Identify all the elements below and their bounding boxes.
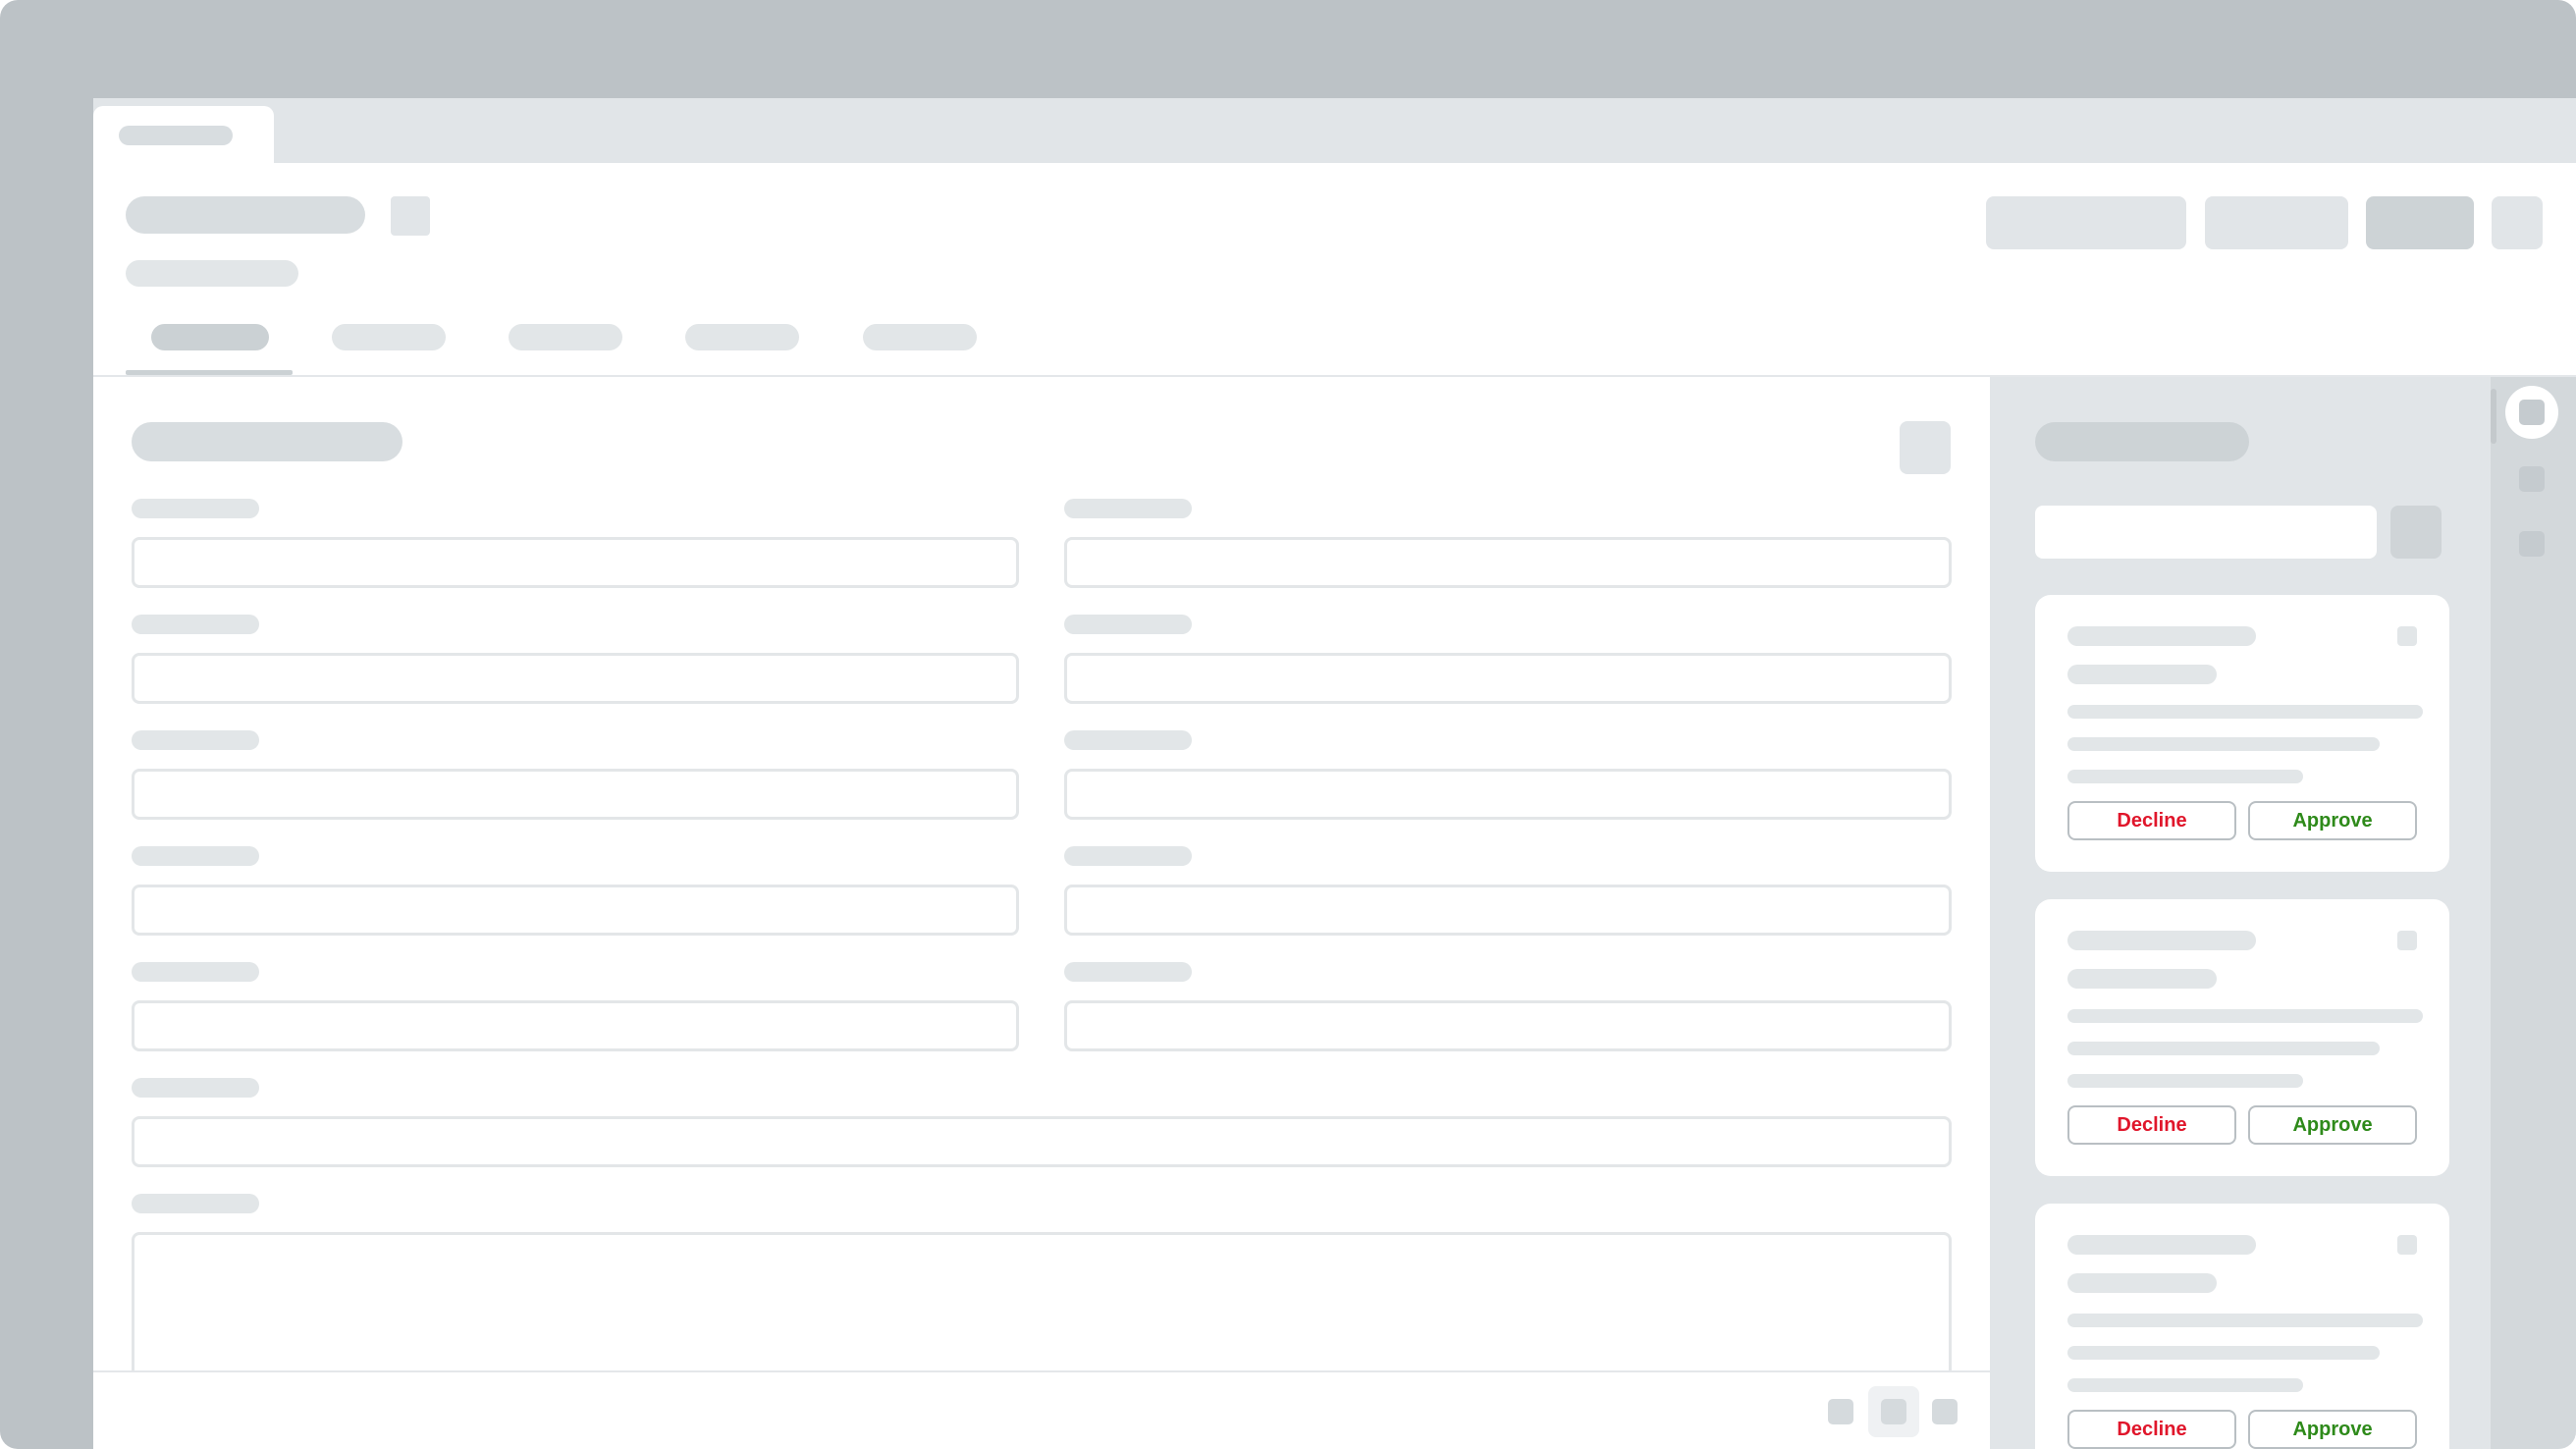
field-label-6 <box>1064 730 1192 750</box>
browser-tab-title-placeholder <box>119 126 233 145</box>
field-label-10 <box>1064 962 1192 982</box>
field-label-4 <box>1064 615 1192 634</box>
card-text-line <box>2067 1346 2380 1360</box>
card-title-placeholder <box>2067 1235 2256 1255</box>
form-options-button[interactable] <box>1900 421 1951 474</box>
tab-1-active[interactable] <box>151 324 269 350</box>
card-subtitle-placeholder <box>2067 665 2217 684</box>
side-panel-title-placeholder <box>2035 422 2249 461</box>
header-action-button-1[interactable] <box>1986 196 2186 249</box>
favorite-icon[interactable] <box>391 196 430 236</box>
request-card: Decline Approve <box>2035 595 2449 872</box>
text-field-6[interactable] <box>1064 769 1952 820</box>
tab-3[interactable] <box>509 324 622 350</box>
form-section-title-placeholder <box>132 422 402 461</box>
text-field-5[interactable] <box>132 769 1019 820</box>
side-search-input[interactable] <box>2035 506 2377 559</box>
field-label-9 <box>132 962 259 982</box>
side-panel-scrollbar[interactable] <box>2491 389 2496 444</box>
tab-4[interactable] <box>685 324 799 350</box>
footer-icon-2 <box>1881 1399 1906 1424</box>
field-label-11 <box>132 1078 259 1098</box>
rail-item-active[interactable] <box>2505 386 2558 439</box>
card-title-placeholder <box>2067 931 2256 950</box>
page-subtitle-placeholder <box>126 260 298 287</box>
card-select-checkbox[interactable] <box>2397 626 2417 646</box>
request-card: Decline Approve <box>2035 1204 2449 1449</box>
field-label-8 <box>1064 846 1192 866</box>
right-icon-rail <box>2491 377 2576 1449</box>
text-field-9[interactable] <box>132 1000 1019 1051</box>
request-card: Decline Approve <box>2035 899 2449 1176</box>
card-text-line <box>2067 1378 2303 1392</box>
browser-tab-active[interactable] <box>93 106 274 163</box>
field-label-3 <box>132 615 259 634</box>
card-subtitle-placeholder <box>2067 969 2217 989</box>
field-label-12 <box>132 1194 259 1213</box>
card-select-checkbox[interactable] <box>2397 1235 2417 1255</box>
tab-5[interactable] <box>863 324 977 350</box>
card-select-checkbox[interactable] <box>2397 931 2417 950</box>
app-frame: Decline Approve Decline Approve Decline … <box>0 0 2576 1449</box>
card-subtitle-placeholder <box>2067 1273 2217 1293</box>
text-field-10[interactable] <box>1064 1000 1952 1051</box>
side-filter-button[interactable] <box>2390 506 2442 559</box>
rail-icon-2[interactable] <box>2519 466 2545 492</box>
text-field-7[interactable] <box>132 885 1019 936</box>
field-label-5 <box>132 730 259 750</box>
card-text-line <box>2067 1042 2380 1055</box>
text-field-1[interactable] <box>132 537 1019 588</box>
approve-button[interactable]: Approve <box>2248 1410 2417 1449</box>
card-text-line <box>2067 705 2423 719</box>
requests-side-panel: Decline Approve Decline Approve Decline … <box>1990 377 2491 1449</box>
decline-button[interactable]: Decline <box>2067 1105 2236 1145</box>
card-text-line <box>2067 1009 2423 1023</box>
card-text-line <box>2067 1314 2423 1327</box>
app-window: Decline Approve Decline Approve Decline … <box>93 98 2576 1449</box>
field-label-7 <box>132 846 259 866</box>
text-field-wide[interactable] <box>132 1116 1952 1167</box>
footer-icon-3[interactable] <box>1932 1399 1958 1424</box>
footer-icon-1[interactable] <box>1828 1399 1853 1424</box>
field-label-2 <box>1064 499 1192 518</box>
approve-button[interactable]: Approve <box>2248 801 2417 840</box>
card-title-placeholder <box>2067 626 2256 646</box>
rail-icon-3[interactable] <box>2519 531 2545 557</box>
header-action-button-2[interactable] <box>2205 196 2348 249</box>
header-primary-button[interactable] <box>2366 196 2474 249</box>
page-title-placeholder <box>126 196 365 234</box>
form-panel <box>93 377 1990 1449</box>
decline-button[interactable]: Decline <box>2067 801 2236 840</box>
form-footer-bar <box>93 1370 1990 1449</box>
header-more-button[interactable] <box>2492 196 2543 249</box>
text-field-8[interactable] <box>1064 885 1952 936</box>
rail-icon-1 <box>2519 400 2545 425</box>
card-text-line <box>2067 1074 2303 1088</box>
card-text-line <box>2067 737 2380 751</box>
browser-tab-strip <box>93 98 2576 163</box>
field-label-1 <box>132 499 259 518</box>
tab-2[interactable] <box>332 324 446 350</box>
text-field-2[interactable] <box>1064 537 1952 588</box>
card-text-line <box>2067 770 2303 783</box>
approve-button[interactable]: Approve <box>2248 1105 2417 1145</box>
text-field-4[interactable] <box>1064 653 1952 704</box>
text-field-3[interactable] <box>132 653 1019 704</box>
decline-button[interactable]: Decline <box>2067 1410 2236 1449</box>
footer-icon-active-bg[interactable] <box>1868 1386 1919 1437</box>
